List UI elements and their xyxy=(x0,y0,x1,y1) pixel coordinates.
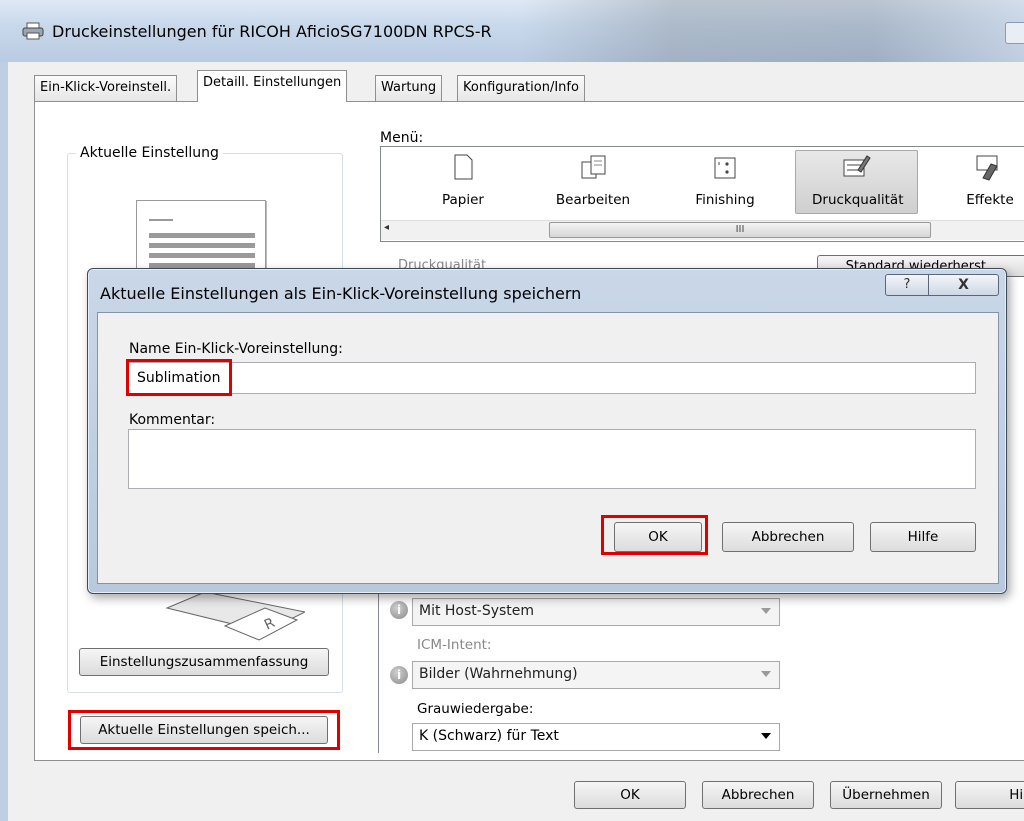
preset-name-label: Name Ein-Klick-Voreinstellung: xyxy=(129,341,343,357)
select-value: Bilder (Wahrnehmung) xyxy=(419,666,578,682)
dropdown-arrow-icon xyxy=(761,733,771,739)
window-title: Druckeinstellungen für RICOH AficioSG710… xyxy=(52,22,492,41)
color-profile-select[interactable]: Mit Host-System xyxy=(412,598,780,626)
ok-button[interactable]: OK xyxy=(574,781,686,809)
tab-konfiguration[interactable]: Konfiguration/Info xyxy=(457,75,585,101)
tab-wartung[interactable]: Wartung xyxy=(375,75,443,101)
gray-reproduction-select[interactable]: K (Schwarz) für Text xyxy=(412,723,780,751)
cancel-button[interactable]: Abbrechen xyxy=(702,781,814,809)
icm-intent-label: ICM-Intent: xyxy=(417,637,492,653)
scrollbar-thumb[interactable]: III xyxy=(549,222,931,238)
tab-ein-klick[interactable]: Ein-Klick-Voreinstell. xyxy=(34,75,178,101)
menu-item-label: Finishing xyxy=(695,192,755,208)
settings-summary-button[interactable]: Einstellungszusammenfassung xyxy=(79,648,329,676)
dialog-help-button[interactable]: Hilfe xyxy=(870,522,976,552)
effects-icon xyxy=(976,155,998,181)
highlight-box xyxy=(68,710,340,750)
dialog-close-icon[interactable]: X xyxy=(929,274,999,296)
menu-item-label: Effekte xyxy=(966,192,1014,208)
icm-intent-select[interactable]: Bilder (Wahrnehmung) xyxy=(412,661,780,689)
menu-item-effekte[interactable]: Effekte xyxy=(942,150,1024,214)
dialog-title: Aktuelle Einstellungen als Ein-Klick-Vor… xyxy=(100,284,582,303)
menu-item-papier[interactable]: Papier xyxy=(418,150,508,214)
paper-icon xyxy=(454,154,473,180)
print-quality-icon xyxy=(843,155,871,177)
menu-label: Menü: xyxy=(380,130,424,146)
comment-input[interactable] xyxy=(128,429,976,489)
window-close-button[interactable] xyxy=(1005,22,1024,44)
comment-label: Kommentar: xyxy=(129,412,216,428)
info-icon: i xyxy=(390,666,408,684)
apply-button[interactable]: Übernehmen xyxy=(830,781,942,809)
dialog-cancel-button[interactable]: Abbrechen xyxy=(722,522,854,552)
gray-reproduction-label: Grauwiedergabe: xyxy=(417,701,534,717)
help-button[interactable]: Hilfe xyxy=(955,781,1024,809)
dropdown-arrow-icon xyxy=(761,608,771,614)
menu-item-label: Bearbeiten xyxy=(555,192,631,208)
current-setting-label: Aktuelle Einstellung xyxy=(76,145,223,161)
output-preview-graphic: R xyxy=(165,591,305,641)
edit-icon xyxy=(581,155,606,179)
menu-item-druckqualitaet[interactable]: Druckqualität xyxy=(812,150,904,214)
printer-icon xyxy=(22,22,44,40)
info-icon: i xyxy=(390,601,408,619)
menu-item-bearbeiten[interactable]: Bearbeiten xyxy=(548,150,638,214)
select-value: Mit Host-System xyxy=(419,603,535,619)
highlight-box xyxy=(126,359,232,396)
tab-detail-settings[interactable]: Detaill. Einstellungen xyxy=(197,70,348,102)
menu-item-label: Papier xyxy=(442,192,484,208)
select-value: K (Schwarz) für Text xyxy=(419,728,559,744)
dialog-help-icon[interactable]: ? xyxy=(885,274,929,296)
highlight-box xyxy=(601,515,708,555)
scroll-left-arrow-icon[interactable]: ◂ xyxy=(384,222,389,233)
menu-item-label: Druckqualität xyxy=(812,192,904,208)
preset-name-input[interactable] xyxy=(128,362,976,394)
finishing-icon xyxy=(714,157,736,179)
dropdown-arrow-icon xyxy=(761,671,771,677)
menu-item-finishing[interactable]: Finishing xyxy=(680,150,770,214)
